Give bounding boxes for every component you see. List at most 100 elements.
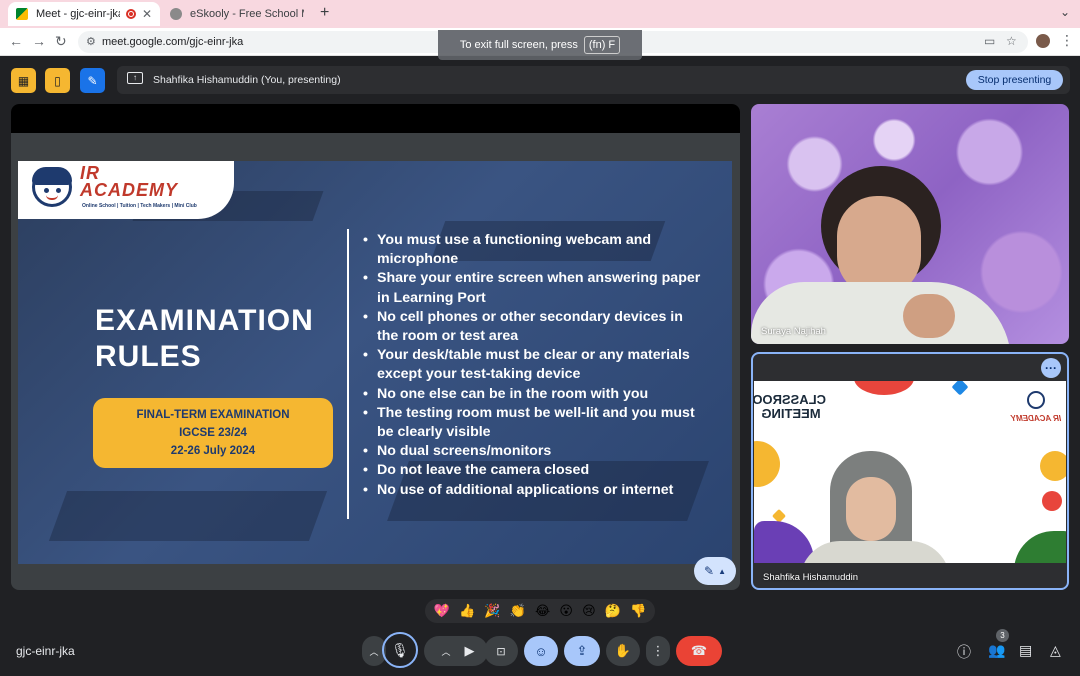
participant-video [903, 294, 955, 338]
reaction-surprised-button[interactable]: 😮 [559, 603, 573, 619]
presentation-stage: IR ACADEMY Online School | Tuition | Tec… [11, 104, 740, 590]
shared-slide: IR ACADEMY Online School | Tuition | Tec… [18, 161, 732, 564]
reaction-clap-button[interactable]: 👏 [510, 603, 526, 619]
profile-avatar[interactable] [1036, 34, 1050, 48]
background-classroom-text: CLASSROOM MEETING [754, 392, 826, 421]
tab-meet[interactable]: Meet - gjc-einr-jka ✕ [8, 2, 160, 26]
no-camera-icon: ▦ [17, 73, 30, 88]
camera-permission-icon[interactable]: ▭ [984, 34, 995, 48]
reload-icon[interactable]: ↻ [55, 33, 67, 50]
participant-video [837, 196, 921, 296]
stage-letterbox [11, 104, 740, 133]
background-shape [854, 381, 914, 395]
reaction-laugh-button[interactable]: 😂 [535, 603, 550, 619]
background-shape [1014, 531, 1066, 563]
logo-subtitle: Online School | Tuition | Tech Makers | … [82, 203, 197, 209]
rule-item: You must use a functioning webcam and mi… [363, 231, 708, 269]
meeting-details-button[interactable]: ⓘ [957, 642, 971, 662]
tab-eskooly[interactable]: eSkooly - Free School Manag [162, 2, 312, 26]
reaction-thinking-button[interactable]: 🤔 [605, 603, 621, 619]
participant-video [800, 541, 950, 563]
presenting-banner: ↑ Shahfika Hishamuddin (You, presenting) [117, 66, 1070, 94]
logo-mascot-icon [1027, 391, 1045, 409]
logo-mascot-icon [32, 167, 72, 207]
rule-item: No dual screens/monitors [363, 442, 708, 461]
background-shape [1042, 491, 1062, 511]
exam-name: FINAL-TERM EXAMINATION [136, 409, 290, 421]
meeting-code: gjc-einr-jka [16, 644, 75, 658]
bookmark-star-icon[interactable]: ☆ [1006, 34, 1017, 48]
background-shape [754, 521, 814, 563]
chevron-up-icon: ︿ [369, 646, 379, 657]
rule-item: No use of additional applications or int… [363, 481, 708, 500]
site-info-icon[interactable]: ⚙ [86, 35, 96, 48]
whiteboard-button[interactable]: ▯ [45, 68, 70, 93]
tab-title: eSkooly - Free School Manag [190, 8, 304, 20]
meet-activity-button[interactable]: ▦ [11, 68, 36, 93]
stage-options-button[interactable]: ✎ ▲ [694, 557, 736, 585]
rule-item: No cell phones or other secondary device… [363, 308, 708, 346]
browser-menu-icon[interactable]: ⋮ [1060, 32, 1074, 49]
reactions-bar: 💖 👍 🎉 👏 😂 😮 😢 🤔 👎 [425, 599, 655, 623]
participant-tile[interactable]: Suraya Najihah [751, 104, 1069, 344]
fullscreen-toast: To exit full screen, press (fn) F [438, 30, 642, 60]
rule-item: Share your entire screen when answering … [363, 269, 708, 307]
shapes-icon: ◬ [1050, 642, 1061, 658]
hang-up-icon: ☎ [690, 643, 708, 658]
ir-academy-logo: IR ACADEMY Online School | Tuition | Tec… [18, 161, 234, 219]
camera-icon[interactable]: ▶ [465, 643, 475, 659]
activities-button[interactable]: ◬ [1050, 642, 1061, 659]
people-button[interactable]: 👥 [988, 642, 1005, 659]
tile-more-options-button[interactable]: ··· [1041, 358, 1061, 378]
forward-arrow-icon[interactable]: → [32, 33, 46, 49]
reaction-thumbs-up-button[interactable]: 👍 [459, 603, 475, 619]
mascot-eye [56, 188, 61, 193]
leave-call-button[interactable]: ☎ [676, 636, 722, 666]
present-button[interactable]: ⇪ [564, 636, 600, 666]
participant-tile-self[interactable]: CLASSROOM MEETING IR ACADEMY ··· Shahfik… [751, 352, 1069, 590]
background-shape [754, 441, 780, 487]
back-arrow-icon[interactable]: ← [9, 33, 23, 49]
reactions-button[interactable]: ☺ [524, 636, 558, 666]
fullscreen-toast-text: To exit full screen, press [459, 39, 578, 51]
exam-info-box: FINAL-TERM EXAMINATION IGCSE 23/24 22-26… [93, 398, 333, 468]
slide-divider [347, 229, 349, 519]
captions-button[interactable]: ⊡ [484, 636, 518, 666]
info-icon: ⓘ [957, 644, 971, 660]
reaction-sad-button[interactable]: 😢 [582, 603, 596, 619]
slide-title-line: EXAMINATION [95, 304, 314, 337]
participant-video [846, 477, 896, 541]
camera-controls: ︿ ▶ [424, 636, 488, 666]
chat-button[interactable]: ▤ [1019, 642, 1032, 659]
url-text: meet.google.com/gjc-einr-jka [102, 36, 244, 48]
reaction-party-button[interactable]: 🎉 [484, 603, 500, 619]
present-screen-icon: ⇪ [576, 643, 588, 658]
participant-video: CLASSROOM MEETING IR ACADEMY [754, 381, 1066, 563]
annotate-button[interactable]: ✎ [80, 68, 105, 93]
microphone-button[interactable]: 🎙 [382, 632, 418, 668]
captions-icon: ⊡ [496, 645, 506, 658]
stop-presenting-button[interactable]: Stop presenting [966, 70, 1063, 90]
eskooly-favicon-icon [170, 8, 182, 20]
close-tab-icon[interactable]: ✕ [142, 7, 152, 21]
video-settings-button[interactable]: ︿ [441, 645, 450, 658]
reaction-heart-button[interactable]: 💖 [434, 603, 450, 619]
more-options-button[interactable]: ⋮ [646, 636, 670, 666]
tab-search-chevron-icon[interactable]: ⌄ [1060, 5, 1070, 19]
rule-item: Your desk/table must be clear or any mat… [363, 346, 708, 384]
kebab-menu-icon: ⋮ [651, 643, 665, 658]
pen-icon: ✎ [87, 73, 98, 88]
chevron-up-icon: ▲ [718, 566, 726, 576]
new-tab-button[interactable]: + [320, 4, 329, 22]
browser-tab-strip: Meet - gjc-einr-jka ✕ eSkooly - Free Sch… [0, 0, 1080, 28]
chat-icon: ▤ [1019, 642, 1033, 658]
hand-icon: ✋ [614, 643, 632, 658]
raise-hand-button[interactable]: ✋ [606, 636, 640, 666]
slide-title: EXAMINATION RULES [95, 303, 314, 375]
participant-name: Shahfika Hishamuddin [763, 572, 859, 583]
meet-favicon-icon [16, 8, 28, 20]
people-icon: 👥 [988, 642, 1006, 658]
tab-title: Meet - gjc-einr-jka [36, 8, 120, 20]
exam-level: IGCSE 23/24 [179, 427, 247, 439]
reaction-thumbs-down-button[interactable]: 👎 [630, 603, 646, 619]
